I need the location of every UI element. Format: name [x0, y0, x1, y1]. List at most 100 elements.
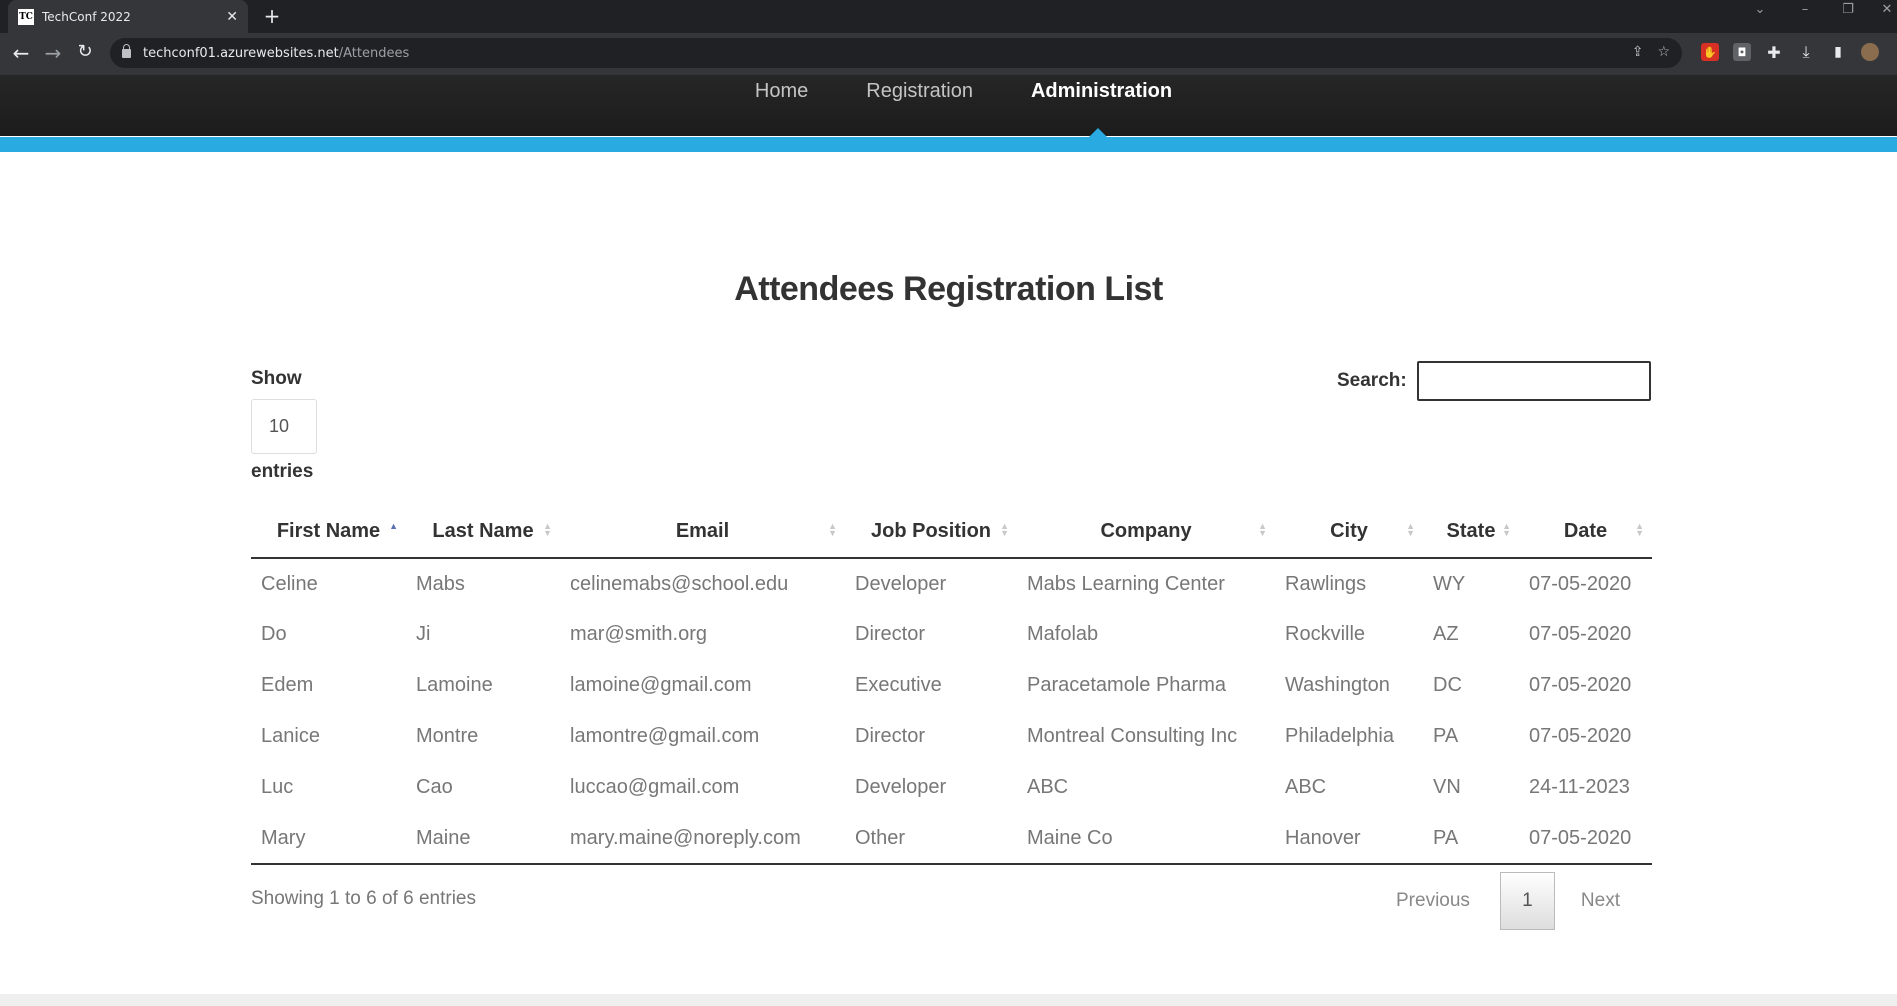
- nav-registration-link[interactable]: Registration: [866, 80, 973, 103]
- sort-both-icon: ▲ ▼: [543, 521, 552, 538]
- cell-first-name: Luc: [261, 776, 294, 798]
- cell-city: Hanover: [1275, 813, 1423, 865]
- cell-city: Rockville: [1285, 623, 1366, 645]
- cell-date: 07-05-2020: [1519, 813, 1652, 865]
- cell-state: DC: [1433, 674, 1462, 696]
- cell-state: VN: [1433, 776, 1461, 798]
- cell-date: 07-05-2020: [1529, 572, 1632, 595]
- cell-email: mar@smith.org: [570, 623, 707, 645]
- cell-city: ABC: [1285, 776, 1327, 798]
- profile-avatar[interactable]: [1861, 43, 1879, 61]
- nav-home-link[interactable]: Home: [755, 80, 808, 103]
- share-icon[interactable]: ⇪: [1632, 44, 1644, 60]
- cell-email: mary.maine@noreply.com: [560, 813, 845, 865]
- cell-company: Paracetamole Pharma: [1027, 674, 1226, 696]
- cell-company: ABC: [1027, 776, 1069, 798]
- sort-ascending-icon: ▲: [389, 521, 398, 531]
- table-row: Luc Cao luccao@gmail.com Developer ABC A…: [251, 762, 1652, 813]
- page-1-button[interactable]: 1: [1499, 872, 1555, 930]
- cell-company: Montreal Consulting Inc: [1027, 725, 1238, 747]
- forward-icon[interactable]: →: [41, 41, 65, 65]
- omnibox[interactable]: techconf01.azurewebsites.net/Attendees ⇪…: [110, 38, 1682, 68]
- column-header-first-name[interactable]: First Name ▲: [251, 505, 406, 559]
- site-favicon-icon: TC: [18, 8, 34, 25]
- extension-stop-icon[interactable]: ✋: [1701, 43, 1719, 61]
- tab-close-icon[interactable]: ✕: [226, 9, 238, 25]
- column-header-company[interactable]: Company ▲ ▼: [1017, 505, 1275, 559]
- column-header-job-position[interactable]: Job Position ▲ ▼: [845, 505, 1017, 559]
- cell-company: Mabs Learning Center: [1027, 572, 1225, 595]
- table-row: Mary Maine mary.maine@noreply.com Other …: [251, 813, 1652, 865]
- browser-tab[interactable]: TC TechConf 2022 ✕: [8, 0, 248, 33]
- cell-state: AZ: [1433, 623, 1459, 645]
- cell-state: WY: [1433, 572, 1466, 595]
- sort-both-icon: ▲ ▼: [1502, 521, 1511, 538]
- cell-last-name: Montre: [416, 725, 479, 747]
- next-page-button[interactable]: Next: [1581, 890, 1620, 912]
- column-header-state[interactable]: State ▲ ▼: [1423, 505, 1519, 559]
- sort-both-icon: ▲ ▼: [1258, 521, 1267, 538]
- cell-email: luccao@gmail.com: [570, 776, 740, 798]
- cell-job-position: Developer: [855, 572, 947, 595]
- column-header-date[interactable]: Date ▲ ▼: [1519, 505, 1652, 559]
- search-input[interactable]: [1417, 361, 1651, 401]
- main-nav: Home Registration Administration: [0, 80, 1897, 103]
- cell-last-name: Maine: [406, 813, 560, 865]
- sort-both-icon: ▲ ▼: [828, 521, 837, 538]
- lock-icon[interactable]: [122, 43, 131, 58]
- column-header-email[interactable]: Email ▲ ▼: [560, 505, 845, 559]
- extension-box-icon[interactable]: ◘: [1733, 43, 1751, 61]
- restore-icon[interactable]: ❐: [1838, 2, 1858, 17]
- cell-job-position: Other: [845, 813, 1017, 865]
- tab-title: TechConf 2022: [42, 9, 131, 24]
- cell-first-name: Mary: [251, 813, 406, 865]
- table-row: Do Ji mar@smith.org Director Mafolab Roc…: [251, 609, 1652, 660]
- entries-label: entries: [251, 461, 314, 482]
- table-header-row: First Name ▲ Last Name ▲ ▼ Email ▲ ▼ Job Posi…: [251, 505, 1652, 559]
- url-path: /Attendees: [338, 45, 410, 61]
- reload-icon[interactable]: ↻: [73, 41, 97, 62]
- cell-date: 24-11-2023: [1529, 776, 1630, 798]
- cell-job-position: Director: [855, 725, 926, 747]
- site-header: Home Registration Administration: [0, 75, 1897, 136]
- active-nav-indicator: [1089, 128, 1107, 137]
- table-row: Edem Lamoine lamoine@gmail.com Executive…: [251, 660, 1652, 711]
- cell-date: 07-05-2020: [1529, 674, 1632, 696]
- page-footer-strip: [0, 994, 1897, 1006]
- entries-per-page-select[interactable]: 10: [251, 399, 317, 454]
- minimize-icon[interactable]: –: [1795, 2, 1815, 17]
- table-info: Showing 1 to 6 of 6 entries: [251, 888, 476, 909]
- cell-job-position: Director: [855, 623, 926, 645]
- attendees-table: First Name ▲ Last Name ▲ ▼ Email ▲ ▼ Job Posi…: [251, 505, 1652, 865]
- sort-both-icon: ▲ ▼: [1406, 521, 1415, 538]
- accent-strip: [0, 137, 1897, 152]
- tab-search-icon[interactable]: ⌄: [1750, 2, 1770, 17]
- cell-first-name: Do: [261, 623, 287, 645]
- table-row: Lanice Montre lamontre@gmail.com Directo…: [251, 711, 1652, 762]
- new-tab-icon[interactable]: +: [260, 4, 284, 28]
- back-icon[interactable]: ←: [9, 41, 33, 65]
- sort-both-icon: ▲ ▼: [1635, 521, 1644, 538]
- show-label: Show: [251, 368, 302, 389]
- cell-job-position: Developer: [855, 776, 947, 798]
- close-window-icon[interactable]: ✕: [1877, 2, 1897, 17]
- cell-email: lamoine@gmail.com: [570, 674, 752, 696]
- download-icon[interactable]: ⤓: [1797, 42, 1815, 61]
- side-panel-icon[interactable]: ▮: [1829, 43, 1847, 61]
- table-row: Celine Mabs celinemabs@school.edu Develo…: [251, 558, 1652, 609]
- cell-email: celinemabs@school.edu: [570, 572, 789, 595]
- cell-last-name: Ji: [416, 623, 431, 645]
- cell-state: PA: [1433, 725, 1459, 747]
- cell-first-name: Lanice: [261, 725, 320, 747]
- bookmark-star-icon[interactable]: ☆: [1657, 44, 1670, 60]
- page-title: Attendees Registration List: [734, 270, 1163, 308]
- cell-city: Philadelphia: [1285, 725, 1394, 747]
- previous-page-button[interactable]: Previous: [1396, 890, 1470, 912]
- column-header-last-name[interactable]: Last Name ▲ ▼: [406, 505, 560, 559]
- cell-last-name: Mabs: [416, 572, 465, 595]
- cell-job-position: Executive: [855, 674, 942, 696]
- column-header-city[interactable]: City ▲ ▼: [1275, 505, 1423, 559]
- nav-administration-link[interactable]: Administration: [1031, 80, 1172, 103]
- url-domain: techconf01.azurewebsites.net: [143, 45, 339, 61]
- extensions-puzzle-icon[interactable]: ✚: [1765, 43, 1783, 62]
